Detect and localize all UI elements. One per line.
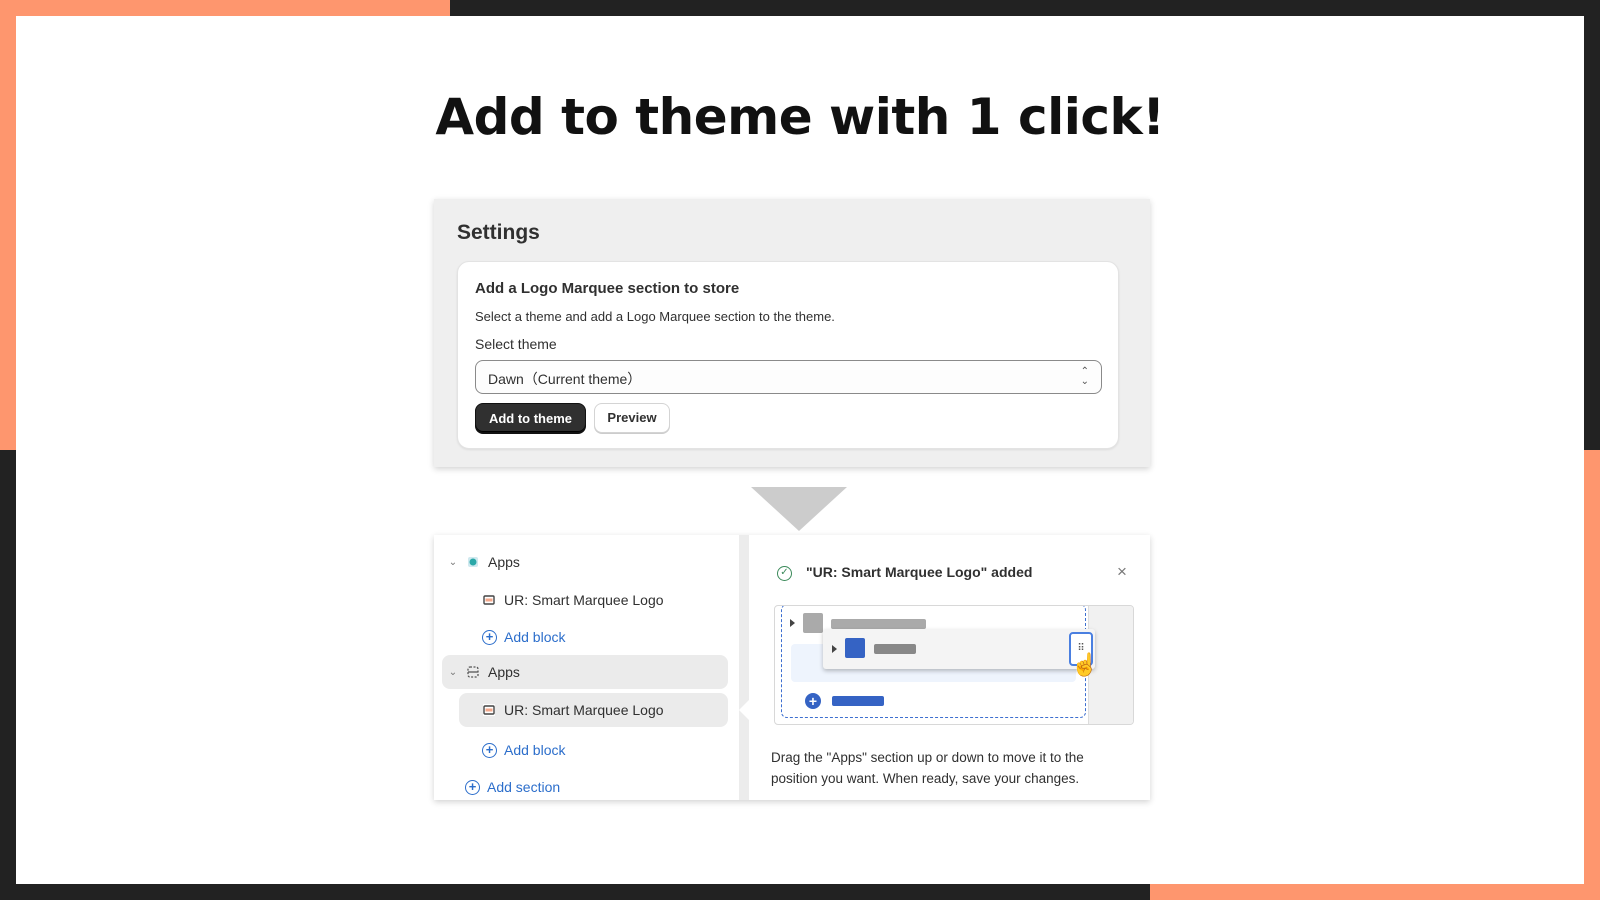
panel-divider xyxy=(739,535,749,800)
section-icon xyxy=(466,665,480,679)
caret-right-icon xyxy=(790,619,795,627)
added-notice: ✓ "UR: Smart Marquee Logo" added × ⠿ ☝ + xyxy=(749,535,1150,800)
headline: Add to theme with 1 click! xyxy=(435,88,1165,146)
tree-block-label: UR: Smart Marquee Logo xyxy=(504,592,664,608)
app-icon xyxy=(466,555,480,569)
add-section-link[interactable]: + Add section xyxy=(465,770,560,800)
add-block-label: Add block xyxy=(504,742,566,758)
section-tree: ⌄ Apps UR: Smart Marquee Logo + Add bloc… xyxy=(434,535,739,800)
tree-section-apps-selected[interactable]: ⌄ Apps xyxy=(442,655,728,689)
settings-title: Settings xyxy=(457,221,540,244)
add-block-link[interactable]: + Add block xyxy=(482,733,565,767)
tree-section-apps[interactable]: ⌄ Apps xyxy=(446,545,520,579)
block-icon xyxy=(482,703,496,717)
add-section-label: Add section xyxy=(487,779,561,795)
illustration-dragged-row: ⠿ xyxy=(823,629,1095,669)
tree-section-label: Apps xyxy=(488,664,520,680)
theme-editor-panel: ⌄ Apps UR: Smart Marquee Logo + Add bloc… xyxy=(434,535,1150,800)
notice-title: "UR: Smart Marquee Logo" added xyxy=(806,564,1033,580)
hand-cursor-icon: ☝ xyxy=(1071,652,1099,677)
notice-body: Drag the "Apps" section up or down to mo… xyxy=(771,750,1084,786)
tree-block-marquee[interactable]: UR: Smart Marquee Logo xyxy=(482,583,664,617)
frame-accent-left xyxy=(0,0,16,450)
frame-accent-bottom xyxy=(1150,884,1600,900)
select-theme-label: Select theme xyxy=(475,336,557,352)
add-to-theme-button[interactable]: Add to theme xyxy=(475,403,586,433)
illustration-thumb xyxy=(803,613,823,633)
add-block-link[interactable]: + Add block xyxy=(482,620,565,654)
illustration-label-bar xyxy=(831,619,926,629)
theme-select-value: Dawn（Current theme） xyxy=(488,371,642,387)
plus-circle-icon: + xyxy=(465,779,480,795)
illustration-label-bar xyxy=(874,644,916,654)
drag-illustration: ⠿ ☝ + xyxy=(774,605,1134,725)
tree-section-label: Apps xyxy=(488,554,520,570)
add-block-label: Add block xyxy=(504,629,566,645)
add-section-card: Add a Logo Marquee section to store Sele… xyxy=(457,261,1119,449)
theme-select[interactable]: Dawn（Current theme） ⌃ ⌄ xyxy=(475,360,1102,394)
caret-right-icon xyxy=(832,645,837,653)
tree-block-marquee-selected[interactable]: UR: Smart Marquee Logo xyxy=(459,693,728,727)
tree-block-label: UR: Smart Marquee Logo xyxy=(504,702,664,718)
frame-accent-top xyxy=(0,0,450,16)
block-icon xyxy=(482,593,496,607)
slide-canvas: Add to theme with 1 click! Settings Add … xyxy=(16,16,1584,884)
card-description: Select a theme and add a Logo Marquee se… xyxy=(475,309,835,324)
frame-accent-right xyxy=(1584,450,1600,900)
settings-panel: Settings Add a Logo Marquee section to s… xyxy=(434,199,1150,467)
select-arrows-icon: ⌃ ⌄ xyxy=(1080,366,1089,387)
close-icon[interactable]: × xyxy=(1117,562,1127,582)
illustration-thumb-blue xyxy=(845,638,865,658)
preview-button[interactable]: Preview xyxy=(594,403,670,433)
plus-circle-icon: + xyxy=(482,742,497,758)
illustration-add-bar xyxy=(832,696,884,706)
triangle-down-icon xyxy=(751,487,847,531)
check-circle-icon: ✓ xyxy=(777,566,792,581)
plus-circle-icon: + xyxy=(805,693,821,709)
card-title: Add a Logo Marquee section to store xyxy=(475,280,740,297)
plus-circle-icon: + xyxy=(482,629,497,645)
chevron-down-icon[interactable]: ⌄ xyxy=(446,667,460,678)
chevron-down-icon[interactable]: ⌄ xyxy=(446,557,460,568)
pointer-notch xyxy=(739,700,749,720)
